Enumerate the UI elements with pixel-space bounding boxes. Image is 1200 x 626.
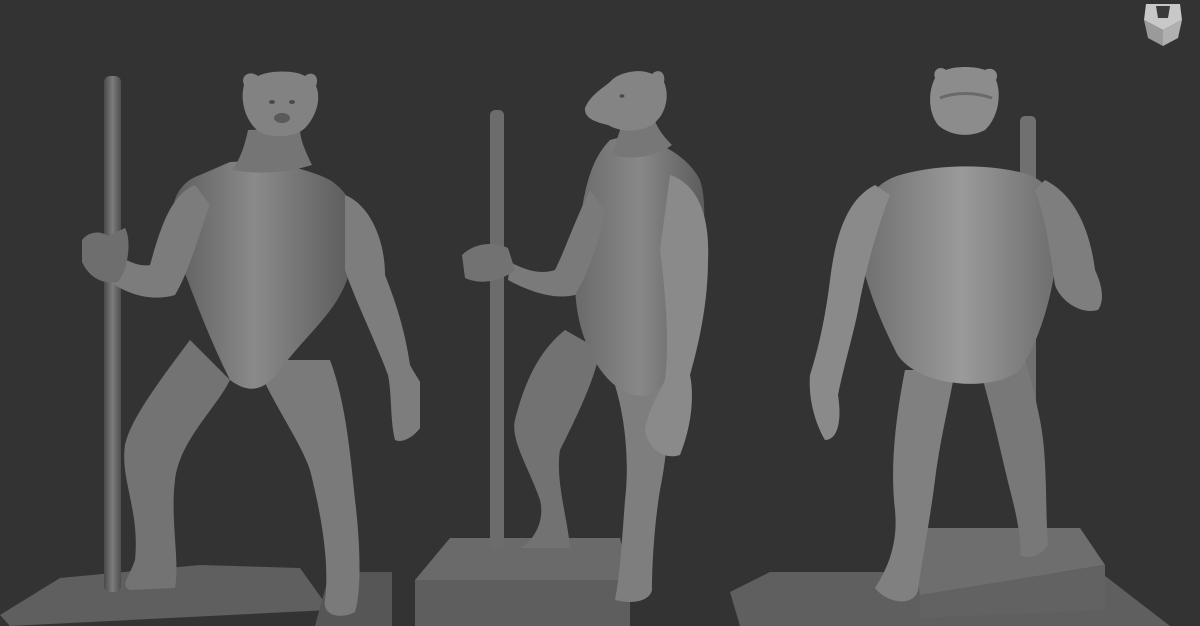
navigation-cube-icon[interactable] — [1138, 0, 1188, 48]
bear-head — [584, 71, 667, 131]
figure-front-view[interactable] — [0, 0, 420, 626]
3d-viewport[interactable] — [0, 0, 1200, 626]
bear-head — [242, 71, 319, 137]
figure-side-view[interactable] — [390, 0, 770, 626]
support-pole — [104, 76, 121, 592]
bear-head — [930, 67, 999, 135]
figure-back-view[interactable] — [730, 0, 1200, 626]
base-box — [415, 538, 630, 580]
support-pole — [490, 110, 504, 550]
